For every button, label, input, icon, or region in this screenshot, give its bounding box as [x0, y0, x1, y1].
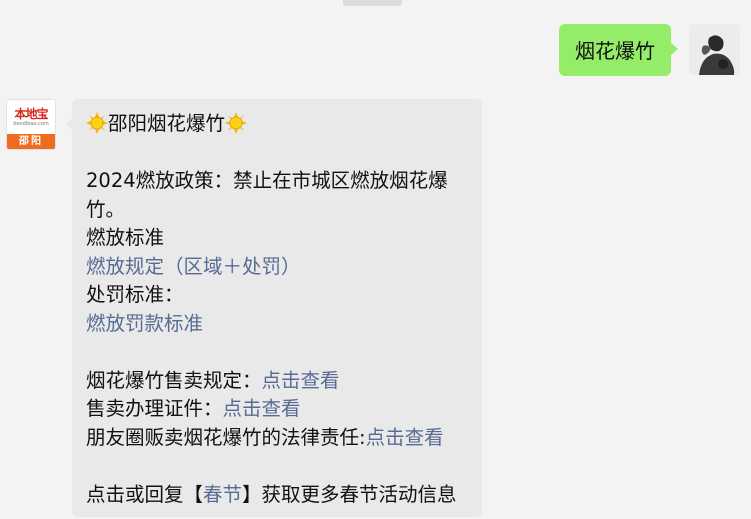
sale-docs-link[interactable]: 点击查看: [223, 397, 301, 420]
brand-domain: bendibao.com: [13, 120, 49, 127]
message-title-line: 邵阳烟花爆竹: [86, 110, 468, 139]
received-message-row: 本地宝 bendibao.com 邵阳 邵阳烟花爆竹 2024燃放政策：禁止在市…: [6, 99, 482, 517]
burn-rules-link[interactable]: 燃放规定（区域＋处罚）: [86, 253, 468, 282]
sale-rules-label: 烟花爆竹售卖规定：: [86, 368, 262, 392]
brand-logo: 本地宝: [14, 106, 48, 121]
chat-window: 烟花爆竹 本地宝 bendibao.com 邵阳 邵阳烟花爆竹 2024燃放政策…: [0, 0, 751, 519]
received-message-bubble: 邵阳烟花爆竹 2024燃放政策：禁止在市城区燃放烟花爆竹。 燃放标准 燃放规定（…: [65, 99, 482, 517]
spring-festival-link[interactable]: 春节: [203, 483, 242, 506]
sent-message-row: 烟花爆竹: [559, 24, 740, 76]
sale-rules-link[interactable]: 点击查看: [262, 369, 340, 392]
sale-docs-line: 售卖办理证件：点击查看: [86, 395, 468, 424]
brand-city-label: 邵阳: [7, 134, 55, 149]
policy-text: 2024燃放政策：禁止在市城区燃放烟花爆竹。: [86, 169, 448, 221]
sale-rules-line: 烟花爆竹售卖规定：点击查看: [86, 367, 468, 396]
message-title: 邵阳烟花爆竹: [108, 112, 226, 135]
moments-liability-label: 朋友圈贩卖烟花爆竹的法律责任:: [86, 425, 366, 449]
penalty-label: 处罚标准：: [86, 283, 184, 306]
penalty-standard-link[interactable]: 燃放罚款标准: [86, 310, 468, 339]
sun-emoji-icon: [225, 112, 248, 134]
pull-handle[interactable]: [343, 0, 402, 6]
sent-message-bubble[interactable]: 烟花爆竹: [559, 24, 678, 76]
brand-logo-area: 本地宝 bendibao.com: [7, 100, 55, 134]
moments-liability-line: 朋友圈贩卖烟花爆竹的法律责任:点击查看: [86, 424, 468, 453]
footer-suffix: 】获取更多春节活动信息: [242, 482, 457, 506]
brand-avatar[interactable]: 本地宝 bendibao.com 邵阳: [6, 99, 56, 150]
user-avatar[interactable]: [689, 24, 740, 75]
sun-emoji-icon: [86, 112, 108, 134]
footer-line: 点击或回复【春节】获取更多春节活动信息: [86, 481, 468, 510]
user-avatar-image: [689, 24, 740, 75]
sale-docs-label: 售卖办理证件：: [86, 397, 223, 420]
footer-prefix: 点击或回复【: [86, 482, 204, 506]
burn-standard-label: 燃放标准: [86, 226, 165, 249]
moments-liability-link[interactable]: 点击查看: [366, 426, 444, 449]
